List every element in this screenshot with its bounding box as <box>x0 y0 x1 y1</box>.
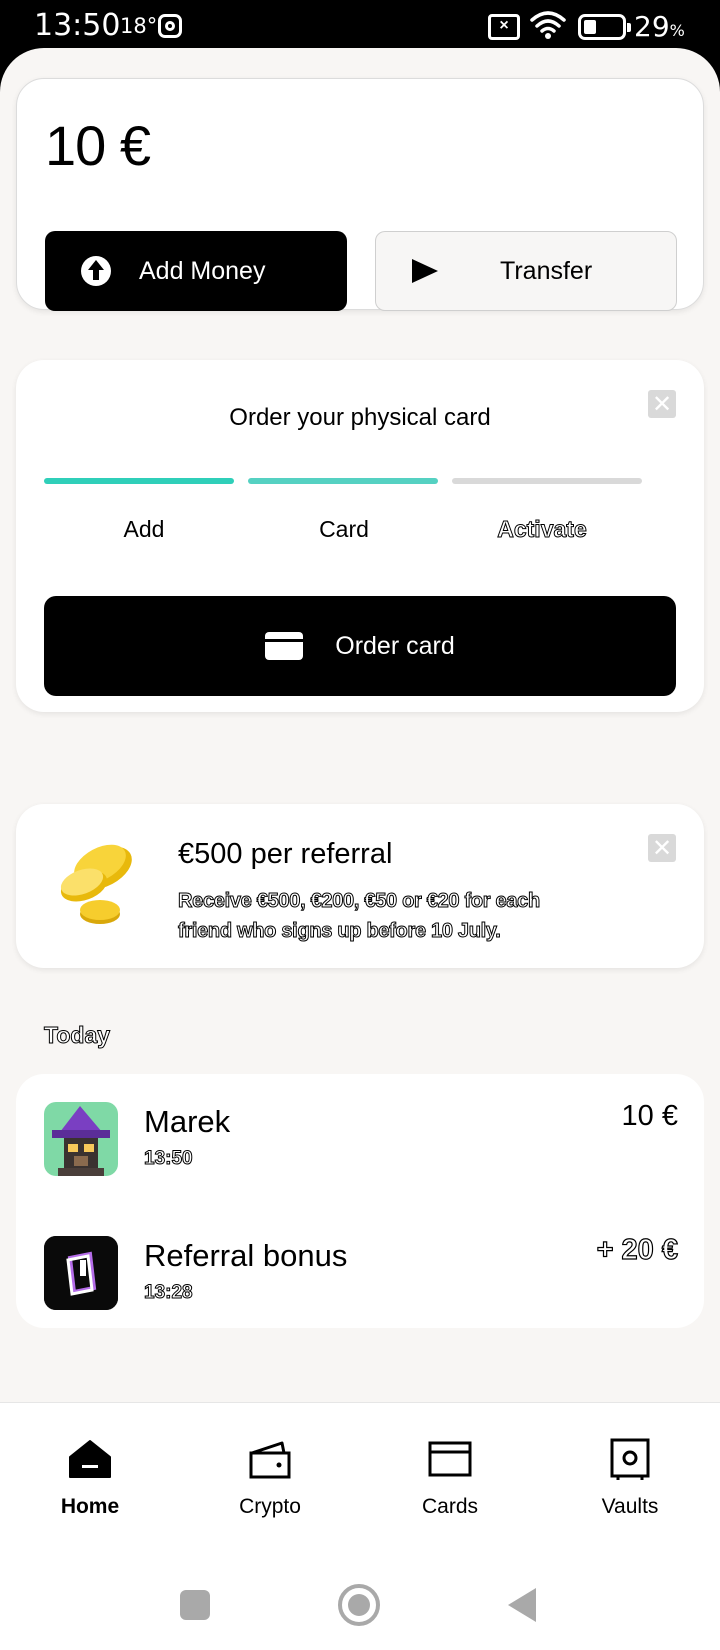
transactions-list: Marek 13:50 10 € Referral bonus 13:28 + … <box>16 1074 704 1328</box>
avatar <box>44 1102 118 1176</box>
nav-label-home: Home <box>60 1495 120 1518</box>
instagram-icon <box>158 14 182 38</box>
progress-step-add <box>44 478 234 484</box>
wizard-avatar-icon <box>44 1102 118 1176</box>
wallet-icon <box>249 1441 291 1479</box>
status-time: 13:50 <box>34 8 121 43</box>
step-label-add: Add <box>123 516 165 542</box>
transaction-amount: + 20 € <box>596 1233 679 1266</box>
transaction-row[interactable]: Marek 13:50 10 € <box>16 1090 704 1190</box>
step-label-activate: Activate <box>497 516 587 543</box>
transaction-time: 13:28 <box>144 1282 194 1304</box>
transaction-row[interactable]: Referral bonus 13:28 + 20 € <box>16 1224 704 1324</box>
order-card-button[interactable]: Order card <box>44 596 676 696</box>
progress-step-activate <box>452 478 642 484</box>
vault-icon <box>610 1438 650 1480</box>
transfer-label: Transfer <box>500 256 593 285</box>
transaction-name: Marek <box>144 1104 231 1139</box>
arrow-up-circle-icon <box>81 256 111 286</box>
battery-percent: 29% <box>634 10 685 43</box>
nav-label-cards: Cards <box>421 1495 479 1518</box>
home-screen: 10 € Add Money Transfer Order your physi… <box>0 48 720 1402</box>
close-referral-button[interactable]: ✕ <box>648 834 676 862</box>
nav-item-home[interactable]: Home <box>0 1403 180 1531</box>
home-icon <box>69 1440 111 1478</box>
card-icon <box>428 1441 472 1477</box>
progress-step-card <box>248 478 438 484</box>
order-card-panel: Order your physical card ✕ Add Card Acti… <box>16 360 704 712</box>
wifi-icon <box>530 11 566 39</box>
section-header-today: Today <box>43 1022 111 1049</box>
nav-item-cards[interactable]: Cards <box>360 1403 540 1531</box>
transfer-button[interactable]: Transfer <box>375 231 677 311</box>
referral-title: €500 per referral <box>178 838 393 870</box>
nav-item-crypto[interactable]: Crypto <box>180 1403 360 1531</box>
transaction-amount: 10 € <box>621 1100 678 1132</box>
order-card-title: Order your physical card <box>229 404 491 431</box>
status-bar: 13:50 18° × 29% <box>0 0 720 54</box>
nav-label-vaults: Vaults <box>601 1495 659 1518</box>
system-navigation-bar <box>0 1530 720 1650</box>
battery-percent-symbol: % <box>669 21 685 40</box>
referral-card[interactable]: €500 per referral Receive €500, €200, €5… <box>16 804 704 968</box>
battery-percent-value: 29 <box>634 10 670 43</box>
balance-card: 10 € Add Money Transfer <box>16 78 704 311</box>
transaction-name: Referral bonus <box>144 1238 348 1273</box>
avatar <box>44 1236 118 1310</box>
add-money-button[interactable]: Add Money <box>45 231 347 311</box>
referral-description: Receive €500, €200, €50 or €20 for each … <box>178 890 541 943</box>
back-button[interactable] <box>508 1588 536 1622</box>
recent-apps-button[interactable] <box>180 1590 210 1620</box>
status-temperature: 18° <box>120 14 158 38</box>
add-money-label: Add Money <box>139 256 266 285</box>
order-card-label: Order card <box>335 631 455 660</box>
no-sim-icon: × <box>488 14 520 40</box>
nav-label-crypto: Crypto <box>239 1495 301 1518</box>
close-order-card-button[interactable]: ✕ <box>648 390 676 418</box>
credit-card-icon <box>265 632 304 660</box>
transaction-time: 13:50 <box>144 1148 194 1170</box>
send-arrow-icon <box>412 259 438 283</box>
home-button[interactable] <box>338 1584 380 1626</box>
coins-icon <box>60 844 132 924</box>
bottom-navigation: Home Crypto Cards Vaults <box>0 1402 720 1530</box>
nav-item-vaults[interactable]: Vaults <box>540 1403 720 1531</box>
step-label-card: Card <box>319 516 369 542</box>
app-logo-icon <box>44 1236 118 1310</box>
account-balance: 10 € <box>45 114 151 177</box>
battery-icon <box>578 14 631 40</box>
